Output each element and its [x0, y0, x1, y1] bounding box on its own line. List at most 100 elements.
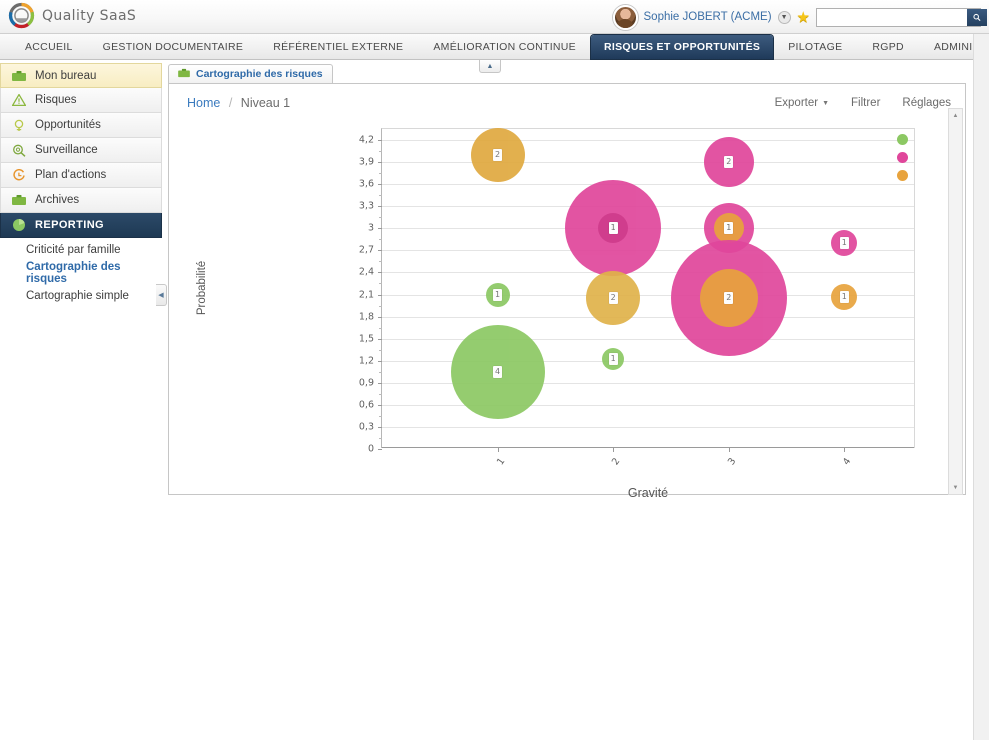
plot-container: Probabilité Gravité 0 0,3 0,6 0,9 1,2 1,5 1,8 2… — [196, 127, 915, 500]
sidebar-item-label: Surveillance — [35, 144, 98, 156]
y-axis-tick-label: 2,1 — [358, 289, 374, 301]
panel-vertical-scrollbar[interactable]: ▲ ▼ — [948, 108, 963, 495]
nav-collapse-button[interactable]: ▲ — [479, 60, 501, 73]
legend-color-dot[interactable] — [897, 170, 908, 181]
nav-item-pilotage[interactable]: PILOTAGE — [773, 36, 857, 58]
sidebar-item-label: REPORTING — [35, 219, 104, 231]
gridline — [382, 184, 914, 186]
sidebar-item-label: Plan d'actions — [35, 169, 107, 181]
y-axis-tick — [378, 360, 382, 362]
y-axis-minor-tick — [379, 151, 382, 153]
search-icon[interactable] — [967, 8, 987, 26]
risk-bubble[interactable]: 2 — [699, 269, 758, 328]
risk-bubble[interactable]: 4 — [450, 324, 545, 419]
nav-item-gestion-documentaire[interactable]: GESTION DOCUMENTAIRE — [88, 36, 259, 58]
sidebar-item-reporting[interactable]: REPORTING — [0, 213, 162, 238]
user-area: Sophie JOBERT (ACME) ▼ ★ — [612, 0, 989, 34]
gridline — [382, 162, 914, 164]
x-axis-tick-label: 1 — [494, 456, 508, 468]
sidebar-subitem-cartographie-simple[interactable]: Cartographie simple — [0, 284, 162, 307]
y-axis-minor-tick — [379, 393, 382, 395]
lightbulb-icon — [12, 118, 26, 132]
risk-bubble[interactable]: 1 — [485, 282, 510, 307]
legend-color-dot[interactable] — [897, 152, 908, 163]
y-axis-tick-label: 0,9 — [358, 377, 374, 389]
risk-bubble[interactable]: 1 — [598, 213, 629, 244]
y-axis-tick — [378, 294, 382, 296]
search-input[interactable] — [817, 8, 967, 26]
filter-button[interactable]: Filtrer — [851, 97, 880, 109]
y-axis-minor-tick — [379, 305, 382, 307]
legend-color-dot[interactable] — [897, 134, 908, 145]
sidebar-item-mon-bureau[interactable]: Mon bureau — [0, 63, 162, 88]
content-tabstrip: Cartographie des risques — [168, 64, 989, 83]
page-vertical-scrollbar[interactable] — [973, 34, 989, 740]
y-axis-tick — [378, 382, 382, 384]
sidebar-collapse-button[interactable]: ◀ — [156, 284, 167, 306]
risk-bubble-count: 1 — [839, 237, 849, 250]
y-axis-minor-tick — [379, 217, 382, 219]
y-axis-minor-tick — [379, 349, 382, 351]
y-axis-minor-tick — [379, 261, 382, 263]
app-logo[interactable]: Quality SaaS — [8, 2, 136, 29]
sidebar-item-label: Mon bureau — [35, 69, 97, 82]
nav-item-risques-et-opportunites[interactable]: RISQUES ET OPPORTUNITÉS — [590, 34, 774, 59]
warning-icon — [12, 93, 26, 107]
y-axis-minor-tick — [379, 415, 382, 417]
sidebar-item-surveillance[interactable]: Surveillance — [0, 138, 162, 163]
x-axis-tick-label: 2 — [610, 456, 623, 468]
sidebar-item-plan-dactions[interactable]: Plan d'actions — [0, 163, 162, 188]
risk-bubble-count: 1 — [608, 222, 618, 235]
chart-panel: Home / Niveau 1 Exporter ▼ Filtrer Régla… — [168, 83, 966, 500]
plot-frame[interactable]: Gravité 0 0,3 0,6 0,9 1,2 1,5 1,8 2,1 2,4 2,7 3 3,3… — [359, 127, 915, 500]
sidebar-subitem-criticite-par-famille[interactable]: Criticité par famille — [0, 238, 162, 261]
avatar[interactable] — [612, 4, 638, 30]
risk-bubble[interactable]: 2 — [703, 137, 754, 188]
y-axis-tick — [378, 426, 382, 428]
scroll-up-icon[interactable]: ▲ — [949, 109, 962, 122]
export-button[interactable]: Exporter ▼ — [775, 97, 829, 109]
risk-bubble[interactable]: 1 — [831, 230, 858, 257]
sidebar-item-risques[interactable]: Risques — [0, 88, 162, 113]
risk-bubble-count: 1 — [493, 288, 503, 301]
tab-cartographie-des-risques[interactable]: Cartographie des risques — [168, 64, 333, 83]
export-label: Exporter — [774, 97, 819, 109]
risk-bubble-count: 1 — [724, 222, 734, 235]
x-axis-label: Gravité — [627, 486, 669, 500]
risk-map-chart: Probabilité Gravité 0 0,3 0,6 0,9 1,2 1,5 1,8 2… — [169, 122, 965, 500]
y-axis-tick-label: 3 — [367, 222, 374, 234]
main-navigation: ACCUEIL GESTION DOCUMENTAIRE RÉFÉRENTIEL… — [0, 34, 989, 73]
risk-bubble[interactable]: 1 — [831, 283, 858, 310]
y-axis-tick-label: 2,7 — [358, 244, 374, 256]
nav-item-accueil[interactable]: ACCUEIL — [10, 36, 88, 58]
nav-item-rgpd[interactable]: RGPD — [857, 36, 919, 58]
y-axis-tick-label: 2,4 — [358, 266, 374, 278]
gridline — [382, 404, 914, 406]
nav-item-amelioration-continue[interactable]: AMÉLIORATION CONTINUE — [418, 36, 591, 58]
chevron-down-icon[interactable]: ▼ — [777, 10, 791, 24]
y-axis-tick — [378, 404, 382, 406]
briefcase-icon — [178, 68, 190, 81]
scroll-down-icon[interactable]: ▼ — [949, 481, 962, 494]
breadcrumb-home[interactable]: Home — [187, 96, 220, 110]
sidebar-item-archives[interactable]: Archives — [0, 188, 162, 213]
sidebar-item-opportunites[interactable]: Opportunités — [0, 113, 162, 138]
settings-button[interactable]: Réglages — [902, 97, 951, 109]
nav-item-referentiel-externe[interactable]: RÉFÉRENTIEL EXTERNE — [258, 36, 418, 58]
risk-bubble[interactable]: 1 — [602, 348, 625, 371]
x-axis-tick-label: 4 — [841, 456, 854, 468]
risk-bubble[interactable]: 2 — [470, 127, 525, 182]
risk-bubble[interactable]: 2 — [586, 271, 641, 326]
content-area: Cartographie des risques Home / Niveau 1… — [162, 60, 989, 515]
sidebar-subitem-cartographie-des-risques[interactable]: Cartographie des risques — [0, 261, 162, 285]
risk-bubble[interactable]: 1 — [713, 213, 744, 244]
risk-bubble-count: 2 — [608, 292, 618, 305]
y-axis-tick — [378, 184, 382, 186]
user-name[interactable]: Sophie JOBERT (ACME) — [644, 11, 772, 23]
clock-icon — [12, 168, 26, 182]
gridline — [382, 426, 914, 428]
star-icon[interactable]: ★ — [797, 8, 810, 26]
gridline — [382, 316, 914, 318]
chart-legend — [897, 134, 908, 181]
y-axis-label: Probabilité — [196, 260, 209, 316]
